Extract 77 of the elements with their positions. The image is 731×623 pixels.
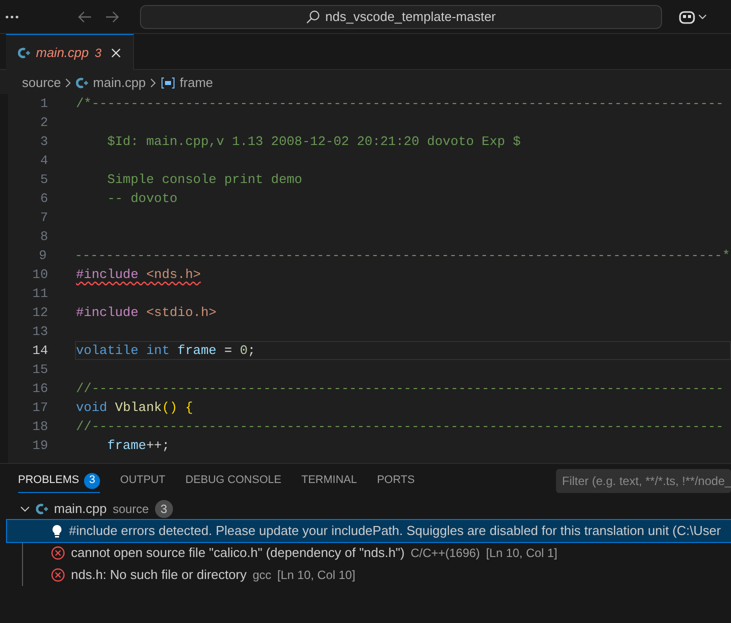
lightbulb-icon [51, 524, 63, 538]
panel-tab[interactable]: PORTS [376, 469, 415, 493]
problem-file-row[interactable]: main.cpp source 3 [0, 498, 731, 520]
code-line: /*--------------------------------------------------------------------------------- [76, 94, 724, 113]
problem-row[interactable]: #include errors detected. Please update your includePath. Squiggles are disabled for this translation unit (C:\User [7, 520, 731, 542]
file-name: main.cpp [54, 500, 107, 518]
line-number: 8 [39, 228, 48, 246]
code-line: void Vblank() { [76, 398, 194, 417]
line-number: 3 [39, 132, 48, 151]
line-number: 13 [31, 322, 48, 341]
line-number: 19 [31, 436, 48, 455]
line-number: 12 [31, 304, 48, 322]
copilot-icon [678, 8, 696, 24]
code-line: frame++; [106, 436, 170, 455]
chevron-right-icon [150, 78, 157, 88]
line-number: 1 [39, 94, 48, 113]
problem-message: cannot open source file "calico.h" (dependency of "nds.h") [71, 544, 405, 562]
problem-location: [Ln 10, Col 1] [486, 545, 558, 562]
code-line: volatile int frame = 0; [76, 342, 256, 360]
tab-label: main.cpp [36, 44, 89, 62]
back-arrow-icon[interactable] [78, 10, 92, 22]
code-line: $Id: main.cpp,v 1.13 2008-12-02 20:21:20 dovoto Exp $ [106, 132, 521, 151]
cpp-file-icon [76, 77, 88, 89]
problem-message: nds.h: No such file or directory [71, 566, 247, 584]
line-number: 16 [31, 380, 48, 398]
code-line: //--------------------------------------------------------------------------------- [76, 380, 724, 398]
folder-name: source [112, 501, 149, 518]
count-badge: 3 [84, 472, 100, 488]
panel-tab[interactable]: PROBLEMS 3 [18, 469, 100, 493]
code-line: #include <stdio.h> [76, 304, 216, 322]
line-number: 4 [39, 152, 48, 170]
chevron-right-icon [65, 78, 72, 88]
code-line: //--------------------------------------------------------------------------------- [76, 418, 724, 436]
line-number: 17 [31, 398, 48, 417]
close-icon[interactable] [111, 48, 122, 58]
chevron-down-icon [20, 506, 30, 512]
chevron-down-icon [698, 14, 707, 20]
panel-tab[interactable]: OUTPUT [120, 469, 166, 493]
line-number: 7 [39, 208, 48, 227]
line-number: 18 [31, 418, 48, 436]
problem-row[interactable]: cannot open source file "calico.h" (dependency of "nds.h") C/C++(1696) [Ln 10, Col 1] [23, 542, 731, 564]
breadcrumb-item[interactable]: main.cpp [93, 73, 146, 93]
search-icon [306, 10, 320, 24]
cpp-file-icon [18, 46, 30, 58]
breadcrumb-item[interactable]: frame [180, 73, 214, 93]
error-icon [51, 546, 65, 560]
panel-tab[interactable]: DEBUG CONSOLE [185, 469, 282, 493]
cpp-file-icon [36, 503, 48, 515]
line-number: 10 [31, 266, 48, 284]
problem-source: C/C++(1696) [410, 545, 480, 562]
panel-tab[interactable]: TERMINAL [301, 469, 357, 493]
count-badge: 3 [154, 500, 173, 518]
code-line: Simple console print demo [106, 170, 302, 189]
problem-location: [Ln 10, Col 10] [277, 567, 356, 584]
command-center[interactable]: nds_vscode_template-master [140, 4, 662, 28]
line-number: 9 [38, 246, 47, 265]
breadcrumb-item[interactable]: source [22, 73, 62, 93]
problem-source: gcc [252, 567, 272, 584]
editor-tab[interactable]: main.cpp 3 [6, 34, 134, 70]
line-number: 14 [31, 342, 48, 360]
copilot-menu[interactable] [678, 8, 707, 24]
problem-row[interactable]: nds.h: No such file or directory gcc [Ln 10, Col 10] [23, 564, 731, 586]
forward-arrow-icon[interactable] [105, 10, 119, 22]
line-number: 6 [39, 190, 48, 208]
more-icon[interactable] [5, 14, 21, 18]
code-line: -- dovoto [106, 190, 178, 208]
code-line: -----------------------------------------------------------------------------------* [74, 246, 730, 265]
line-number: 15 [31, 360, 48, 379]
line-number: 2 [39, 114, 48, 132]
problem-message: #include errors detected. Please update your includePath. Squiggles are disabled for this translation unit (C:\User [69, 522, 721, 540]
line-number: 5 [39, 170, 48, 189]
search-text: nds_vscode_template-master [325, 8, 496, 26]
line-number: 11 [31, 284, 48, 303]
code-line: #include <nds.h> [76, 266, 201, 284]
error-icon [51, 568, 65, 582]
variable-symbol-icon [160, 77, 175, 89]
problem-count: 3 [94, 44, 102, 62]
